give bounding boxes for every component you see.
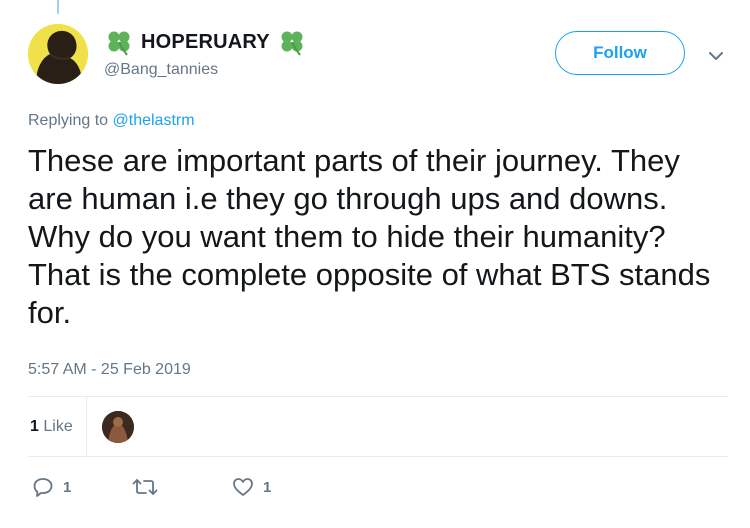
- replying-to-line: Replying to @thelastrm: [28, 112, 195, 130]
- reply-count: 1: [63, 478, 72, 496]
- likes-row: 1 Like: [28, 397, 728, 456]
- retweet-button[interactable]: [132, 472, 167, 502]
- likes-count[interactable]: 1 Like: [30, 418, 73, 436]
- tweet-text: These are important parts of their journ…: [28, 143, 711, 330]
- four-leaf-clover-icon: [277, 27, 307, 57]
- reply-bubble-icon: [32, 476, 54, 498]
- reply-mention-link[interactable]: @thelastrm: [113, 112, 195, 129]
- four-leaf-clover-icon: [104, 27, 134, 57]
- divider: [28, 456, 728, 457]
- likes-count-number: 1: [30, 418, 39, 435]
- likes-divider: [86, 397, 87, 456]
- replying-to-label: Replying to: [28, 112, 109, 129]
- reply-button[interactable]: 1: [32, 472, 71, 502]
- chevron-down-icon[interactable]: [706, 46, 726, 66]
- tweet-timestamp[interactable]: 5:57 AM - 25 Feb 2019: [28, 361, 191, 379]
- user-avatar[interactable]: [28, 24, 88, 84]
- liker-avatar[interactable]: [102, 411, 134, 443]
- likes-count-label: Like: [43, 418, 73, 435]
- heart-icon: [232, 476, 254, 498]
- thread-connector-line: [57, 0, 59, 14]
- like-count: 1: [263, 478, 272, 496]
- follow-button[interactable]: Follow: [555, 31, 685, 75]
- user-handle[interactable]: @Bang_tannies: [104, 61, 218, 79]
- like-button[interactable]: 1: [232, 472, 271, 502]
- display-name[interactable]: HOPERUARY: [141, 31, 270, 54]
- avatar-silhouette-icon: [28, 24, 88, 84]
- tweet-actions-bar: 1 1: [28, 472, 728, 502]
- user-name-row: HOPERUARY: [104, 27, 307, 57]
- retweet-icon: [132, 476, 158, 498]
